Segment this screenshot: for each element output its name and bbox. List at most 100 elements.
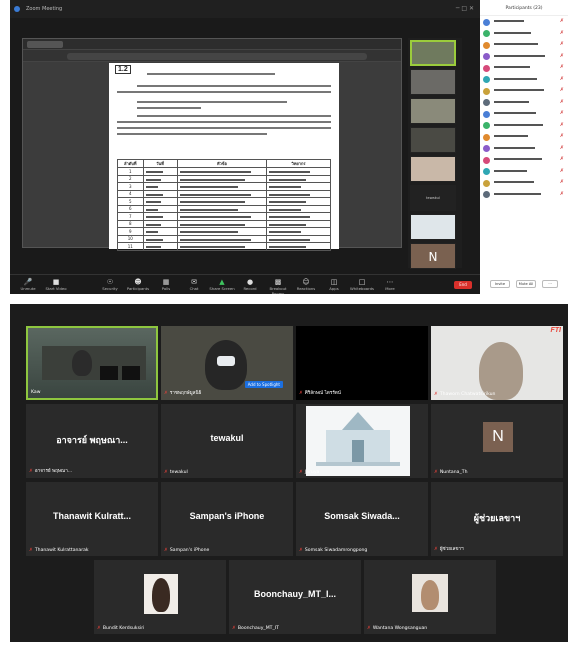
participant-video-tile[interactable]: ✗ Bundit Kerdsuksiri bbox=[94, 560, 226, 634]
participant-row[interactable]: ✗ bbox=[480, 143, 568, 155]
table-cell bbox=[266, 242, 331, 251]
security-button[interactable]: ☉ Security bbox=[96, 278, 124, 291]
participant-video-tile[interactable]: ✗ Jaruya bbox=[296, 404, 428, 478]
participant-name: ✗ Nuntana_Th bbox=[434, 470, 468, 475]
muted-mic-icon[interactable]: ✗ bbox=[560, 177, 564, 189]
participant-row[interactable]: ✗ bbox=[480, 51, 568, 63]
participant-name-line bbox=[494, 181, 534, 183]
participant-row[interactable]: ✗ bbox=[480, 28, 568, 40]
cell-text-line bbox=[269, 231, 301, 234]
end-meeting-button[interactable]: End bbox=[454, 281, 472, 289]
cell-text-line bbox=[145, 246, 161, 249]
participant-name: ✗ ราชพฤกษ์มูลนิธิ bbox=[164, 391, 202, 396]
muted-mic-icon[interactable]: ✗ bbox=[560, 16, 564, 28]
video-thumbnail[interactable]: tewakul bbox=[410, 185, 456, 211]
browser-tab[interactable] bbox=[27, 41, 63, 48]
chat-button[interactable]: ✉ Chat bbox=[180, 278, 208, 291]
participant-avatar-tile[interactable]: N ✗ Nuntana_Th bbox=[431, 404, 563, 478]
share-screen-button[interactable]: ▲ Share Screen bbox=[208, 278, 236, 291]
muted-mic-icon[interactable]: ✗ bbox=[560, 154, 564, 166]
muted-mic-icon[interactable]: ✗ bbox=[560, 39, 564, 51]
participant-video-tile[interactable]: FTI ✗ Thaworn Chatwatsirikun bbox=[431, 326, 563, 400]
participant-row[interactable]: ✗ bbox=[480, 131, 568, 143]
table-cell bbox=[142, 174, 178, 183]
participant-row[interactable]: ✗ bbox=[480, 62, 568, 74]
polls-button[interactable]: ▦ Polls bbox=[152, 278, 180, 291]
video-thumbnail[interactable] bbox=[410, 127, 456, 153]
poll-icon: ▦ bbox=[162, 278, 170, 286]
video-thumbnail[interactable] bbox=[410, 40, 456, 66]
video-thumbnail[interactable] bbox=[410, 98, 456, 124]
participant-row[interactable]: ✗ bbox=[480, 177, 568, 189]
video-button[interactable]: ■ Start Video bbox=[42, 278, 70, 291]
participant-video-tile[interactable]: Kaw bbox=[26, 326, 158, 400]
participant-name-tile[interactable]: Boonchauy_MT_I... ✗ Boonchauy_MT_IT bbox=[229, 560, 361, 634]
window-controls[interactable]: ─ □ ✕ bbox=[456, 0, 474, 18]
muted-mic-icon[interactable]: ✗ bbox=[560, 120, 564, 132]
reactions-button[interactable]: ☺ Reactions bbox=[292, 278, 320, 291]
video-thumbnail[interactable] bbox=[410, 156, 456, 182]
muted-mic-icon[interactable]: ✗ bbox=[560, 189, 564, 201]
cell-text-line bbox=[179, 246, 245, 249]
participant-row[interactable]: ✗ bbox=[480, 85, 568, 97]
participant-row[interactable]: ✗ bbox=[480, 108, 568, 120]
video-thumbnail[interactable] bbox=[410, 69, 456, 95]
participant-name-tile[interactable]: Somsak Siwada... ✗ Somsak Siwadamrongpong bbox=[296, 482, 428, 556]
invite-button[interactable]: Invite bbox=[490, 280, 510, 288]
participant-name-tile[interactable]: Sampan's iPhone ✗ Sampan's iPhone bbox=[161, 482, 293, 556]
whiteboards-button[interactable]: □ Whiteboards bbox=[348, 278, 376, 291]
participant-row[interactable]: ✗ bbox=[480, 154, 568, 166]
participant-row[interactable]: ✗ bbox=[480, 166, 568, 178]
participant-row[interactable]: ✗ bbox=[480, 16, 568, 28]
cell-text-line bbox=[179, 231, 238, 234]
record-button[interactable]: ● Record bbox=[236, 278, 264, 291]
muted-mic-icon[interactable]: ✗ bbox=[560, 97, 564, 109]
apps-button[interactable]: ◫ Apps bbox=[320, 278, 348, 291]
document-address-bar[interactable] bbox=[67, 53, 367, 60]
participant-name-tile[interactable]: tewakul ✗ tewakul bbox=[161, 404, 293, 478]
participants-button[interactable]: ☻ Participants bbox=[124, 278, 152, 291]
more-button[interactable]: ⋯ More bbox=[376, 278, 404, 291]
participant-name-tile[interactable]: อาจารย์ พฤษณา... ✗ อาจารย์ พฤษณา... bbox=[26, 404, 158, 478]
muted-mic-icon: ✗ bbox=[29, 469, 33, 474]
muted-mic-icon[interactable]: ✗ bbox=[560, 62, 564, 74]
microphone-icon: 🎤 bbox=[23, 278, 33, 286]
participant-video-tile[interactable]: Add to Spotlight ✗ ราชพฤกษ์มูลนิธิ bbox=[161, 326, 293, 400]
muted-mic-icon[interactable]: ✗ bbox=[560, 108, 564, 120]
participant-name: Kaw bbox=[31, 390, 41, 395]
muted-mic-icon[interactable]: ✗ bbox=[560, 74, 564, 86]
breakout-rooms-button[interactable]: ▩ Breakout Rooms bbox=[264, 278, 292, 294]
participant-name-tile[interactable]: Thanawit Kulratt... ✗ Thanawit Kulrattana… bbox=[26, 482, 158, 556]
table-row: 3 bbox=[117, 182, 331, 191]
participant-avatar bbox=[483, 191, 490, 198]
mute-button[interactable]: 🎤 Unmute bbox=[14, 278, 42, 291]
muted-mic-icon[interactable]: ✗ bbox=[560, 131, 564, 143]
muted-mic-icon[interactable]: ✗ bbox=[560, 166, 564, 178]
more-options-button[interactable]: ⋯ bbox=[542, 280, 558, 288]
avatar[interactable]: N bbox=[410, 243, 456, 269]
muted-mic-icon[interactable]: ✗ bbox=[560, 85, 564, 97]
participant-row[interactable]: ✗ bbox=[480, 97, 568, 109]
table-cell bbox=[176, 242, 268, 251]
participant-row[interactable]: ✗ bbox=[480, 120, 568, 132]
cell-text-line bbox=[145, 216, 163, 219]
cell-text-line bbox=[269, 178, 306, 181]
muted-mic-icon[interactable]: ✗ bbox=[560, 143, 564, 155]
table-cell bbox=[266, 212, 331, 221]
participant-video-tile[interactable]: ✗ ศิริลักษณ์ ไตรรัตน์ bbox=[296, 326, 428, 400]
muted-mic-icon[interactable]: ✗ bbox=[560, 51, 564, 63]
participant-display-name: ผู้ช่วยเลขาฯ bbox=[473, 513, 521, 523]
add-to-spotlight-button[interactable]: Add to Spotlight bbox=[244, 381, 283, 388]
participant-row[interactable]: ✗ bbox=[480, 189, 568, 201]
muted-mic-icon[interactable]: ✗ bbox=[560, 28, 564, 40]
participant-display-name: Sampan's iPhone bbox=[189, 511, 265, 521]
mute-all-button[interactable]: Mute All bbox=[516, 280, 536, 288]
participant-video-tile[interactable]: ✗ Wantana Wongsanguan bbox=[364, 560, 496, 634]
participants-panel-title: Participants (23) bbox=[480, 0, 568, 16]
participant-row[interactable]: ✗ bbox=[480, 39, 568, 51]
participant-name-tile[interactable]: ผู้ช่วยเลขาฯ ✗ ผู้ช่วยเลขาฯ bbox=[431, 482, 563, 556]
video-thumbnail[interactable] bbox=[410, 214, 456, 240]
document-toolbar bbox=[23, 50, 401, 62]
participant-row[interactable]: ✗ bbox=[480, 74, 568, 86]
participant-display-name: Thanawit Kulratt... bbox=[52, 511, 131, 521]
